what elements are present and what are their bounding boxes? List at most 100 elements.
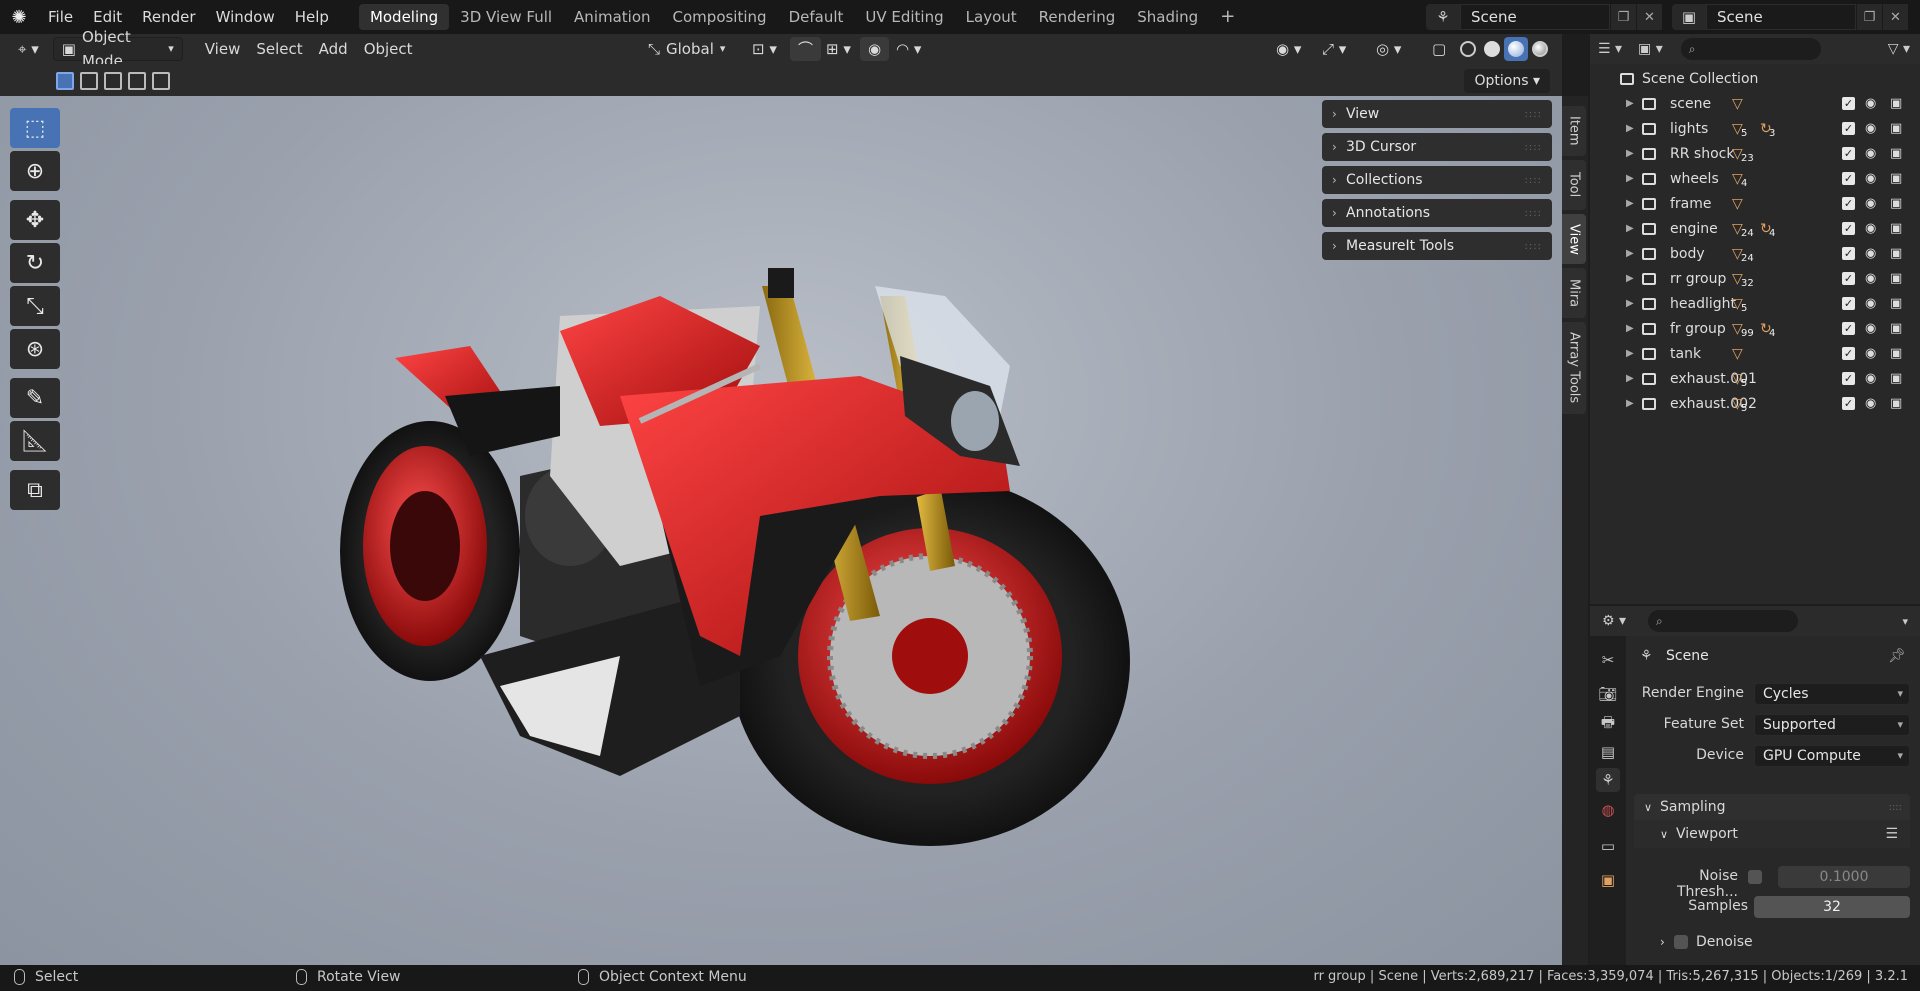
tab-item[interactable]: Item <box>1562 106 1586 156</box>
material-preview-shading-icon[interactable] <box>1504 37 1528 61</box>
camera-icon[interactable]: ▣ <box>1890 271 1902 286</box>
sampling-panel-header[interactable]: ∨ Sampling :::: <box>1634 794 1910 820</box>
menu-window[interactable]: Window <box>206 4 285 30</box>
exclude-checkbox[interactable]: ✓ <box>1842 347 1855 360</box>
3d-viewport[interactable]: ⬚ ⊕ ✥ ↻ ⤡ ⊛ ✎ 📐︎ ⧉ › View:::: › 3D Cursor:… <box>0 96 1562 965</box>
expand-arrow-icon[interactable]: ▶ <box>1626 298 1634 309</box>
select-invert-icon[interactable] <box>128 72 146 90</box>
exclude-checkbox[interactable]: ✓ <box>1842 97 1855 110</box>
expand-arrow-icon[interactable]: ▶ <box>1626 373 1634 384</box>
panel-collections[interactable]: › Collections:::: <box>1322 166 1552 194</box>
menu-select[interactable]: Select <box>248 37 310 61</box>
rotate-tool[interactable]: ↻ <box>10 243 60 283</box>
eye-icon[interactable]: ◉ <box>1865 171 1876 186</box>
expand-arrow-icon[interactable]: ▶ <box>1626 123 1634 134</box>
feature-set-dropdown[interactable]: Supported ▾ <box>1754 714 1910 736</box>
outliner-editor-icon[interactable]: ☰ ▾ <box>1598 41 1622 57</box>
expand-arrow-icon[interactable]: ▶ <box>1626 198 1634 209</box>
expand-arrow-icon[interactable]: ▶ <box>1626 173 1634 184</box>
exclude-checkbox[interactable]: ✓ <box>1842 147 1855 160</box>
outliner-row[interactable]: ▶ rr group ▽ 32 ✓ ◉ ▣ <box>1590 266 1920 291</box>
wireframe-shading-icon[interactable] <box>1456 37 1480 61</box>
snap-target-icon[interactable]: ⊞ ▾ <box>818 37 859 61</box>
outliner-row[interactable]: ▶ exhaust.002 ▽ 5 ✓ ◉ ▣ <box>1590 391 1920 416</box>
properties-editor-icon[interactable]: ⚙ ▾ <box>1602 613 1626 629</box>
tab-3d-view-full[interactable]: 3D View Full <box>449 4 563 30</box>
mode-dropdown[interactable]: ▣ Object Mode ▾ <box>52 28 183 70</box>
denoise-checkbox[interactable] <box>1674 935 1688 949</box>
new-scene-icon[interactable]: ❐ <box>1610 4 1636 30</box>
camera-icon[interactable]: ▣ <box>1890 321 1902 336</box>
exclude-checkbox[interactable]: ✓ <box>1842 272 1855 285</box>
select-extend-icon[interactable] <box>80 72 98 90</box>
menu-view[interactable]: View <box>197 37 249 61</box>
outliner-search-input[interactable]: ⌕ <box>1680 38 1821 60</box>
expand-arrow-icon[interactable]: ▶ <box>1626 98 1634 109</box>
outliner-row[interactable]: ▶ scene ▽ ✓ ◉ ▣ <box>1590 91 1920 116</box>
render-tab-icon[interactable]: 📷︎ <box>1596 682 1620 706</box>
camera-icon[interactable]: ▣ <box>1890 346 1902 361</box>
tab-view[interactable]: View <box>1562 214 1586 264</box>
camera-icon[interactable]: ▣ <box>1890 196 1902 211</box>
world-tab-icon[interactable]: ◍ <box>1596 798 1620 822</box>
solid-shading-icon[interactable] <box>1480 37 1504 61</box>
menu-help[interactable]: Help <box>285 4 339 30</box>
menu-object[interactable]: Object <box>356 37 421 61</box>
view-layer-tab-icon[interactable]: ▤ <box>1596 740 1620 764</box>
grip-icon[interactable]: :::: <box>1525 241 1542 252</box>
chevron-down-icon[interactable]: ▾ <box>1902 615 1908 628</box>
move-tool[interactable]: ✥ <box>10 200 60 240</box>
eye-icon[interactable]: ◉ <box>1865 221 1876 236</box>
expand-arrow-icon[interactable]: ▶ <box>1626 273 1634 284</box>
grip-icon[interactable]: :::: <box>1525 175 1542 186</box>
display-mode-icon[interactable]: ▣ ▾ <box>1638 41 1663 57</box>
overlays-icon[interactable]: ◎ ▾ <box>1368 37 1409 61</box>
select-new-icon[interactable] <box>56 72 74 90</box>
render-engine-dropdown[interactable]: Cycles ▾ <box>1754 683 1910 705</box>
exclude-checkbox[interactable]: ✓ <box>1842 122 1855 135</box>
cursor-tool[interactable]: ⊕ <box>10 151 60 191</box>
tab-layout[interactable]: Layout <box>955 4 1028 30</box>
scene-tab-icon[interactable]: ⚘ <box>1596 768 1620 792</box>
proportional-edit-icon[interactable]: ◉ <box>860 37 890 61</box>
mesh-data-icon[interactable]: ▽ <box>1732 196 1743 212</box>
view-layer-name-field[interactable]: Scene <box>1706 4 1856 30</box>
view-layer-icon[interactable]: ▣ <box>1672 4 1706 30</box>
outliner-row[interactable]: ▶ body ▽ 24 ✓ ◉ ▣ <box>1590 241 1920 266</box>
camera-icon[interactable]: ▣ <box>1890 246 1902 261</box>
eye-icon[interactable]: ◉ <box>1865 121 1876 136</box>
eye-icon[interactable]: ◉ <box>1865 196 1876 211</box>
eye-icon[interactable]: ◉ <box>1865 96 1876 111</box>
camera-icon[interactable]: ▣ <box>1890 96 1902 111</box>
annotate-tool[interactable]: ✎ <box>10 378 60 418</box>
output-tab-icon[interactable]: 🖶︎ <box>1596 712 1620 736</box>
tool-tab-icon[interactable]: ✂ <box>1596 648 1620 672</box>
expand-arrow-icon[interactable]: ▶ <box>1626 248 1634 259</box>
add-cube-tool[interactable]: ⧉ <box>10 470 60 510</box>
tab-mira[interactable]: Mira <box>1562 268 1586 318</box>
tab-array-tools[interactable]: Array Tools <box>1562 322 1586 414</box>
outliner-row[interactable]: ▶ tank ▽ ✓ ◉ ▣ <box>1590 341 1920 366</box>
eye-icon[interactable]: ◉ <box>1865 371 1876 386</box>
camera-icon[interactable]: ▣ <box>1890 371 1902 386</box>
outliner-row[interactable]: ▶ engine ▽ 24 ↻ 4 ✓ ◉ ▣ <box>1590 216 1920 241</box>
panel-view[interactable]: › View:::: <box>1322 100 1552 128</box>
outliner-row[interactable]: ▶ frame ▽ ✓ ◉ ▣ <box>1590 191 1920 216</box>
outliner-row[interactable]: ▶ fr group ▽ 99 ↻ 4 ✓ ◉ ▣ <box>1590 316 1920 341</box>
panel-3d-cursor[interactable]: › 3D Cursor:::: <box>1322 133 1552 161</box>
grip-icon[interactable]: :::: <box>1889 802 1902 813</box>
eye-icon[interactable]: ◉ <box>1865 246 1876 261</box>
exclude-checkbox[interactable]: ✓ <box>1842 372 1855 385</box>
xray-icon[interactable]: ▢ <box>1424 37 1454 61</box>
mesh-data-icon[interactable]: ▽ <box>1732 96 1743 112</box>
tab-modeling[interactable]: Modeling <box>358 4 450 30</box>
exclude-checkbox[interactable]: ✓ <box>1842 222 1855 235</box>
camera-icon[interactable]: ▣ <box>1890 146 1902 161</box>
outliner-row[interactable]: ▶ headlight ▽ 5 ✓ ◉ ▣ <box>1590 291 1920 316</box>
eye-icon[interactable]: ◉ <box>1865 271 1876 286</box>
object-tab-icon[interactable]: ▣ <box>1596 868 1620 892</box>
camera-icon[interactable]: ▣ <box>1890 121 1902 136</box>
tab-shading[interactable]: Shading <box>1126 4 1209 30</box>
tab-tool[interactable]: Tool <box>1562 160 1586 210</box>
panel-annotations[interactable]: › Annotations:::: <box>1322 199 1552 227</box>
